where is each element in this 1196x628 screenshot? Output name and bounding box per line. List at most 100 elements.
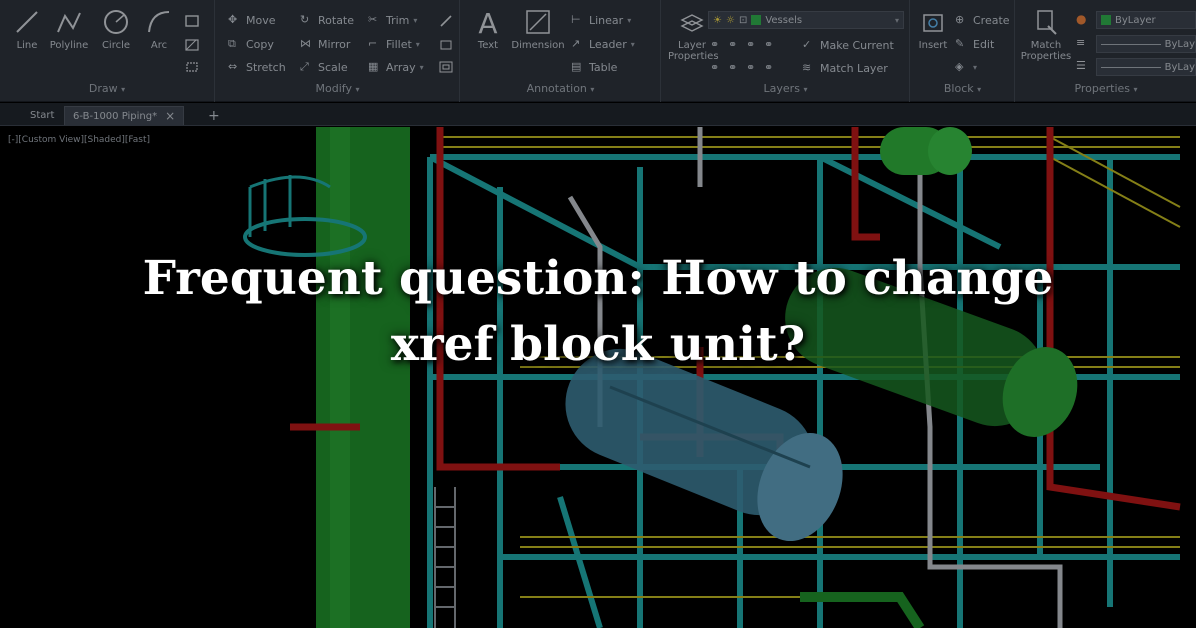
- lineweight-line: [1101, 43, 1161, 45]
- svg-text:A: A: [478, 8, 497, 36]
- block-panel: Insert ⊕ Create ✎ Edit ◈ ▾ Block ▾: [911, 0, 1015, 102]
- dimension-icon: [526, 10, 550, 34]
- annotation-panel-title[interactable]: Annotation ▾: [461, 82, 660, 98]
- offset-icon[interactable]: [438, 60, 454, 74]
- dimension-label: Dimension: [511, 40, 565, 51]
- stretch-button[interactable]: ⇔ Stretch: [228, 58, 286, 76]
- edit-block-button[interactable]: ✎ Edit: [955, 35, 994, 53]
- edit-block-icon: ✎: [955, 37, 965, 50]
- fillet-button[interactable]: ⌐ Fillet ▾: [368, 35, 420, 53]
- array-button[interactable]: ▦ Array ▾: [368, 58, 424, 76]
- table-icon: ▤: [571, 60, 582, 73]
- stretch-icon: ⇔: [228, 60, 238, 73]
- explode-icon[interactable]: [438, 38, 454, 52]
- headline-line-2: xref block unit?: [390, 317, 806, 372]
- trim-button[interactable]: ✂ Trim ▾: [368, 11, 417, 29]
- tab-start[interactable]: Start: [22, 106, 62, 125]
- match-properties-button[interactable]: Match Properties: [1018, 8, 1074, 62]
- modify-panel: ✥ Move ↻ Rotate ✂ Trim ▾ ⧉ Copy ⋈ Mirror ⌐ Fill…: [216, 0, 460, 102]
- block-panel-title[interactable]: Block ▾: [911, 82, 1014, 98]
- block-attributes-button[interactable]: ◈ ▾: [955, 58, 977, 76]
- arc-label: Arc: [150, 40, 168, 51]
- create-block-button[interactable]: ⊕ Create: [955, 11, 1010, 29]
- polyline-button[interactable]: Polyline: [46, 8, 92, 51]
- fillet-icon: ⌐: [368, 37, 378, 50]
- copy-button[interactable]: ⧉ Copy: [228, 35, 274, 53]
- close-icon[interactable]: ×: [165, 109, 175, 123]
- linetype-icon: ☰: [1076, 59, 1086, 72]
- erase-icon[interactable]: [438, 14, 454, 28]
- match-layer-button[interactable]: ≋ Match Layer: [802, 59, 888, 77]
- layer-tools-row-1: ⚭ ⚭ ⚭ ⚭: [710, 36, 778, 54]
- draw-panel-title[interactable]: Draw ▾: [0, 82, 214, 98]
- make-current-button[interactable]: ✓ Make Current: [802, 36, 894, 54]
- layer-lock-icon[interactable]: ⚭: [764, 38, 778, 52]
- table-button[interactable]: ▤ Table: [571, 58, 617, 76]
- dimension-button[interactable]: Dimension: [509, 8, 567, 51]
- rotate-button[interactable]: ↻ Rotate: [300, 11, 354, 29]
- properties-panel: Match Properties ● ByLayer ≡ ByLay ☰ ByL…: [1016, 0, 1196, 102]
- ladder: [434, 487, 456, 628]
- circle-label: Circle: [101, 40, 131, 51]
- layer-isolate-icon[interactable]: ⚭: [728, 38, 742, 52]
- match-properties-label-2: Properties: [1020, 51, 1072, 62]
- make-current-icon: ✓: [802, 38, 812, 51]
- lineweight-combo[interactable]: ByLay: [1096, 35, 1196, 53]
- draw-panel: Line Polyline Circle Arc Draw ▾: [0, 0, 215, 102]
- layer-on-icon[interactable]: ⚭: [746, 61, 760, 75]
- mirror-button[interactable]: ⋈ Mirror: [300, 35, 350, 53]
- layer-off-icon[interactable]: ⚭: [710, 38, 724, 52]
- linetype-combo[interactable]: ByLay: [1096, 58, 1196, 76]
- polyline-icon: [57, 12, 81, 33]
- linear-button[interactable]: ⊢ Linear ▾: [571, 11, 631, 29]
- layer-properties-label-2: Properties: [668, 51, 719, 62]
- color-swatch: [1101, 15, 1111, 25]
- viewport-controls-label[interactable]: [-][Custom View][Shaded][Fast]: [8, 135, 150, 145]
- insert-button[interactable]: Insert: [915, 8, 951, 51]
- array-icon: ▦: [368, 60, 379, 73]
- leader-button[interactable]: ↗ Leader ▾: [571, 35, 635, 53]
- text-icon: A: [478, 8, 497, 36]
- mirror-icon: ⋈: [300, 37, 311, 50]
- layer-unisolate-icon[interactable]: ⚭: [710, 61, 724, 75]
- new-tab-button[interactable]: +: [200, 106, 228, 125]
- move-icon: ✥: [228, 13, 238, 26]
- match-layer-icon: ≋: [802, 61, 812, 74]
- layer-freeze-icon[interactable]: ⚭: [746, 38, 760, 52]
- text-button[interactable]: A Text: [471, 8, 505, 51]
- copy-icon: ⧉: [228, 37, 236, 50]
- layer-color-swatch: [751, 15, 762, 25]
- attribute-icon: ◈: [955, 60, 964, 73]
- scale-button[interactable]: ⤢ Scale: [300, 58, 348, 76]
- color-combo[interactable]: ByLayer: [1096, 11, 1196, 29]
- linear-dimension-icon: ⊢: [571, 13, 581, 26]
- text-label: Text: [477, 40, 499, 51]
- layer-combo[interactable]: ☀ ☼ ⊡ Vessels ▾: [708, 11, 904, 29]
- circle-icon: [104, 10, 128, 34]
- line-label: Line: [16, 40, 38, 51]
- file-tabs: Start 6-B-1000 Piping* × +: [0, 103, 1196, 126]
- layers-panel-title[interactable]: Layers ▾: [662, 82, 909, 98]
- circle-button[interactable]: Circle: [96, 8, 136, 51]
- properties-panel-title[interactable]: Properties ▾: [1016, 82, 1196, 98]
- tab-drawing[interactable]: 6-B-1000 Piping* ×: [64, 106, 185, 125]
- modify-panel-title[interactable]: Modify ▾: [216, 82, 459, 98]
- plus-icon: +: [208, 107, 220, 124]
- annotation-panel: A Text Dimension ⊢ Linear ▾ ↗ Leader ▾ ▤ Tabl…: [461, 0, 661, 102]
- layer-tools-row-2: ⚭ ⚭ ⚭ ⚭: [710, 59, 778, 77]
- layer-unlock-icon[interactable]: ⚭: [764, 61, 778, 75]
- arc-button[interactable]: Arc: [142, 8, 176, 51]
- rectangle-icon[interactable]: [184, 14, 200, 28]
- boundary-icon[interactable]: [184, 60, 200, 74]
- line-icon: [16, 11, 38, 33]
- create-block-icon: ⊕: [955, 13, 965, 26]
- hatch-icon[interactable]: [184, 38, 200, 52]
- ribbon: Line Polyline Circle Arc Draw ▾ ✥ Move ↻ R…: [0, 0, 1196, 102]
- lineweight-icon: ≡: [1076, 36, 1086, 49]
- layer-thaw-icon[interactable]: ⚭: [728, 61, 742, 75]
- lock-icon: ⊡: [738, 14, 748, 26]
- layer-stack-icon: [680, 14, 704, 32]
- line-button[interactable]: Line: [10, 8, 44, 51]
- move-button[interactable]: ✥ Move: [228, 11, 276, 29]
- arc-icon: [148, 11, 170, 33]
